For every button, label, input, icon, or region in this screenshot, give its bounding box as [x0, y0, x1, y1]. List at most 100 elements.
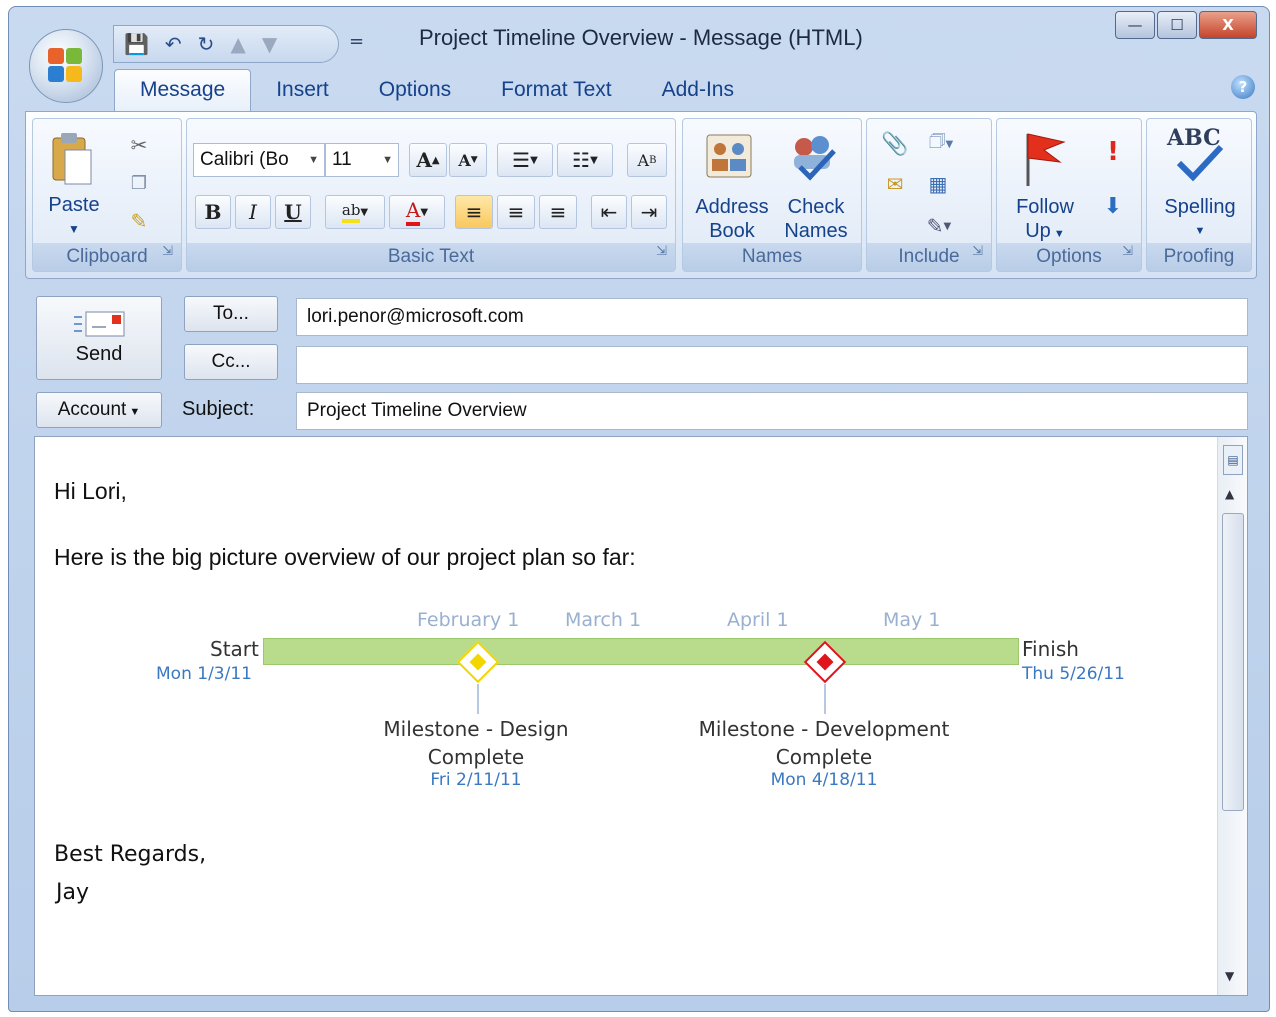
office-button[interactable] [29, 29, 103, 103]
increase-indent-button[interactable]: ⇥ [631, 195, 667, 229]
paste-dropdown-icon[interactable]: ▼ [39, 217, 109, 241]
milestone-connector [824, 684, 826, 714]
format-painter-icon[interactable]: ✎ [125, 207, 153, 235]
milestone-connector [477, 684, 479, 714]
spelling-check-icon[interactable]: ABC [1157, 125, 1243, 187]
underline-button[interactable]: U [275, 195, 311, 229]
font-dropdown-icon[interactable]: ▼ [308, 144, 319, 176]
to-button[interactable]: To... [184, 296, 278, 332]
timeline-bar [263, 638, 1019, 665]
shrink-font-button[interactable]: A ▼ [449, 143, 487, 177]
quick-access-toolbar: 💾 ↶ ↻ ▲ ▼ [113, 25, 339, 63]
basic-text-launcher-icon[interactable]: ⇲ [656, 237, 667, 265]
attach-item-icon[interactable]: ✉ [877, 169, 913, 199]
attach-file-icon[interactable]: 📎 [881, 129, 909, 159]
clipboard-group-label: Clipboard ⇲ [33, 243, 181, 271]
paste-button-label[interactable]: Paste [39, 193, 109, 217]
subject-label: Subject: [182, 398, 255, 420]
scrollbar-thumb[interactable] [1222, 513, 1244, 811]
account-button[interactable]: Account ▼ [36, 392, 162, 428]
greeting-text: Hi Lori, [54, 478, 127, 504]
customize-qat-button[interactable]: = [349, 31, 364, 52]
check-names-icon[interactable] [785, 127, 841, 183]
milestone-development-date: Mon 4/18/11 [770, 770, 878, 790]
signature-text: Jay [56, 880, 89, 905]
decrease-indent-button[interactable]: ⇤ [591, 195, 627, 229]
high-importance-icon[interactable]: ! [1101, 135, 1125, 169]
align-center-button[interactable]: ≡ [497, 195, 535, 229]
options-group: Follow Up ▼ ! ⬇ Options ⇲ [996, 118, 1142, 272]
window-controls: — ☐ X [1115, 11, 1257, 39]
copy-icon[interactable]: ❐ [125, 169, 153, 197]
undo-icon[interactable]: ↶ [165, 32, 182, 56]
business-card-icon[interactable]: 🗇 ▼ [919, 129, 963, 159]
names-group: Address Book Check Names Names [682, 118, 862, 272]
scroll-down-icon[interactable]: ▼ [1225, 969, 1234, 983]
size-dropdown-icon[interactable]: ▼ [382, 144, 393, 176]
timeline-finish-label: Finish [1022, 637, 1079, 661]
minimize-button[interactable]: — [1115, 11, 1155, 39]
closing-text: Best Regards, [54, 842, 207, 867]
redo-icon[interactable]: ↻ [198, 32, 215, 56]
clipboard-group: Paste ▼ ✂ ❐ ✎ Clipboard ⇲ [32, 118, 182, 272]
timeline-month-label: April 1 [727, 609, 789, 631]
highlight-button[interactable]: ab ▼ [325, 195, 385, 229]
tab-add-ins[interactable]: Add-Ins [637, 70, 759, 111]
address-book-icon[interactable] [703, 127, 755, 183]
styles-icon[interactable]: AB [627, 143, 667, 177]
signature-icon[interactable]: ✎ ▼ [917, 211, 961, 241]
cc-field[interactable] [296, 346, 1248, 384]
message-body[interactable]: ▤ ▲ ▼ [34, 436, 1248, 996]
save-icon[interactable]: 💾 [124, 32, 149, 56]
milestone-development-label: Milestone - Development Complete [698, 717, 950, 769]
tab-format-text[interactable]: Format Text [476, 70, 636, 111]
previous-item-icon[interactable]: ▲ [230, 32, 245, 56]
font-color-button[interactable]: A ▼ [389, 195, 445, 229]
ruler-toggle-icon[interactable]: ▤ [1223, 445, 1243, 475]
font-size-combo[interactable]: 11 ▼ [325, 143, 399, 177]
grow-font-button[interactable]: A ▲ [409, 143, 447, 177]
bold-button[interactable]: B [195, 195, 231, 229]
follow-up-button[interactable]: Follow Up ▼ [1003, 195, 1087, 246]
basic-text-group-label: Basic Text ⇲ [187, 243, 675, 271]
tab-message[interactable]: Message [114, 69, 252, 111]
font-name-combo[interactable]: Calibri (Bo ▼ [193, 143, 325, 177]
scroll-up-icon[interactable]: ▲ [1225, 487, 1234, 501]
include-launcher-icon[interactable]: ⇲ [972, 237, 983, 265]
vertical-scrollbar[interactable]: ▤ ▲ ▼ [1217, 437, 1247, 995]
subject-field[interactable]: Project Timeline Overview [296, 392, 1248, 430]
send-label: Send [75, 343, 123, 365]
check-names-button[interactable]: Check Names [775, 195, 857, 243]
spelling-button[interactable]: Spelling [1147, 195, 1253, 219]
bullets-button[interactable]: ☰ ▼ [497, 143, 553, 177]
low-importance-icon[interactable]: ⬇ [1101, 189, 1125, 223]
cut-icon[interactable]: ✂ [125, 131, 153, 159]
ribbon: Paste ▼ ✂ ❐ ✎ Clipboard ⇲ Calibri (Bo ▼ 11… [25, 111, 1257, 279]
cc-button[interactable]: Cc... [184, 344, 278, 380]
maximize-button[interactable]: ☐ [1157, 11, 1197, 39]
title-bar: 💾 ↶ ↻ ▲ ▼ = Project Timeline Overview - … [9, 7, 1269, 69]
office-logo-icon [48, 48, 84, 84]
tab-options[interactable]: Options [354, 70, 476, 111]
address-book-button[interactable]: Address Book [689, 195, 775, 243]
send-button[interactable]: Send [36, 296, 162, 380]
numbering-button[interactable]: ☷ ▼ [557, 143, 613, 177]
timeline-month-label: May 1 [883, 609, 941, 631]
options-launcher-icon[interactable]: ⇲ [1122, 237, 1133, 265]
tab-insert[interactable]: Insert [251, 70, 354, 111]
intro-text: Here is the big picture overview of our … [54, 544, 636, 570]
clipboard-launcher-icon[interactable]: ⇲ [162, 237, 173, 265]
paste-icon[interactable] [47, 129, 97, 189]
align-left-button[interactable]: ≡ [455, 195, 493, 229]
to-field[interactable]: lori.penor@microsoft.com [296, 298, 1248, 336]
italic-button[interactable]: I [235, 195, 271, 229]
next-item-icon[interactable]: ▼ [262, 32, 277, 56]
calendar-icon[interactable]: ▦ [921, 169, 955, 199]
spelling-dropdown-icon[interactable]: ▼ [1147, 219, 1253, 243]
options-group-label: Options ⇲ [997, 243, 1141, 271]
follow-up-flag-icon[interactable] [1007, 127, 1077, 189]
help-icon[interactable]: ? [1231, 75, 1255, 99]
align-right-button[interactable]: ≡ [539, 195, 577, 229]
timeline-month-label: March 1 [565, 609, 642, 631]
close-button[interactable]: X [1199, 11, 1257, 39]
